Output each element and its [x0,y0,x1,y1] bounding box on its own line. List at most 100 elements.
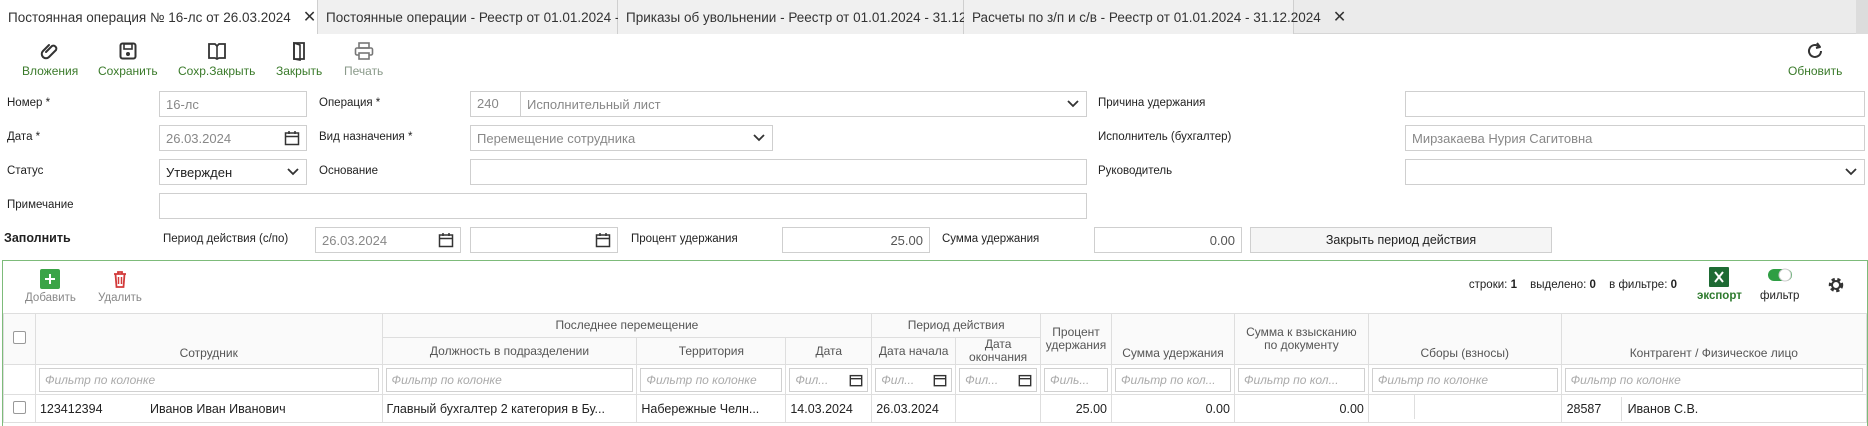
date-field[interactable]: 26.03.2024 [159,125,307,151]
assignment-select[interactable]: Перемещение сотрудника [470,125,773,151]
filter-cell: Фильтр по колонке [1367,364,1562,395]
reason-field[interactable] [1405,91,1865,117]
date-start-filter-input[interactable]: Фил... [875,367,953,392]
print-button[interactable]: Печать [344,40,383,78]
sum-doc-filter-input[interactable]: Фильтр по кол... [1237,367,1365,392]
tab-permanent-operations-registry[interactable]: Постоянные операции - Реестр от 01.01.20… [318,0,716,34]
tab-payroll-registry[interactable]: Расчеты по з/п и с/в - Реестр от 01.01.2… [964,0,1346,34]
refresh-button[interactable]: Обновить [1788,40,1842,78]
percent-header[interactable]: Процент удержания [1040,313,1112,365]
sum-field[interactable]: 0.00 [1094,227,1242,253]
position-filter-input[interactable]: Фильтр по колонке [385,367,634,392]
sum-doc-header[interactable]: Сумма к взысканию по документу [1233,313,1369,365]
employee-header[interactable]: Сотрудник [34,313,383,365]
percent-field[interactable]: 25.00 [782,227,930,253]
calendar-icon[interactable] [1018,373,1032,390]
sum-header[interactable]: Сумма удержания [1111,313,1235,365]
selected-label: выделено: [1530,279,1587,291]
sum-filter-input[interactable]: Фильтр по кол... [1115,367,1231,392]
calendar-icon[interactable] [284,130,300,149]
save-button[interactable]: Сохранить [98,40,158,78]
basis-field[interactable] [470,159,1087,185]
export-button[interactable]: экспорт [1697,267,1742,302]
filter-cell: Фил... [871,364,957,395]
attachments-button[interactable]: Вложения [22,40,78,78]
rows-label: строки: [1468,279,1508,291]
calendar-icon[interactable] [595,232,611,251]
filter-toggle[interactable]: фильтр [1760,267,1799,302]
percent-filter-input[interactable]: Филь... [1044,367,1108,392]
percent-label: Процент удержания [631,233,738,245]
filter-cell: Фильтр по кол... [1233,364,1369,395]
territory-header[interactable]: Территория [636,337,787,365]
last-move-header: Последнее перемещение [381,313,873,338]
date-start-header[interactable]: Дата начала [871,337,957,365]
fees-filter-input[interactable]: Фильтр по колонке [1371,367,1558,392]
period-from-field[interactable]: 26.03.2024 [315,227,461,253]
calendar-icon[interactable] [438,232,454,251]
fees-header[interactable]: Сборы (взносы) [1367,313,1562,365]
fill-label: Заполнить [4,231,71,245]
number-field[interactable]: 16-лс [159,91,307,117]
contractor-header[interactable]: Контрагент / Физическое лицо [1560,313,1868,365]
tab-number: 123412394 [39,401,103,416]
row-checkbox[interactable] [12,400,26,414]
filter-cell: Фильтр по колонке [1560,364,1868,395]
status-select[interactable]: Утвержден [159,159,307,185]
toolbar: Вложения Сохранить Сохр.Закрыть Закрыть … [0,36,1868,82]
calendar-icon[interactable] [849,373,863,390]
close-icon[interactable]: ✕ [1333,7,1346,27]
period-from-value: 26.03.2024 [322,232,388,248]
delete-button[interactable]: Удалить [98,269,142,304]
manager-label: Руководитель [1098,165,1173,177]
employee-filter-input[interactable]: Фильтр по колонке [38,367,379,392]
position-header[interactable]: Должность в подразделении [381,337,638,365]
close-icon[interactable]: ✕ [303,7,316,27]
date-start-cell: 26.03.2024 [871,394,957,423]
calendar-icon[interactable] [933,373,947,390]
date-header[interactable]: Дата [785,337,873,365]
territory-filter-input[interactable]: Фильтр по колонке [640,367,783,392]
select-all-checkbox[interactable] [12,331,26,344]
table-row[interactable]: 123412394 Иванов Иван Иванович Главный бу… [3,394,1868,423]
operation-select[interactable]: 240 Исполнительный лист [470,91,1087,117]
export-label: экспорт [1697,290,1742,302]
period-to-field[interactable] [470,227,618,253]
assignment-label: Вид назначения * [319,131,413,143]
save-label: Сохранить [98,64,158,78]
trash-icon [110,269,130,289]
select-all-header [3,313,36,365]
employee-name: Иванов Иван Иванович [149,401,286,416]
paperclip-icon [39,40,61,62]
status-label: Статус [7,165,44,177]
note-field[interactable] [159,193,1087,219]
tab-dismissal-orders-registry[interactable]: Приказы об увольнении - Реестр от 01.01.… [618,0,1026,34]
manager-select[interactable] [1405,159,1865,185]
tabbar-scroll[interactable] [1856,0,1868,34]
row-select-cell [3,394,36,423]
executor-value: Мирзакаева Нурия Сагитовна [1412,130,1593,146]
operation-label: Операция * [319,97,381,109]
filter-cell: Фильтр по колонке [636,364,787,395]
territory-cell: Набережные Челн... [636,394,787,423]
add-button[interactable]: Добавить [25,269,76,304]
employee-cell: 123412394 Иванов Иван Иванович [34,394,383,423]
date-cell: 14.03.2024 [785,394,873,423]
save-close-button[interactable]: Сохр.Закрыть [178,40,255,78]
contractor-filter-input[interactable]: Фильтр по колонке [1564,367,1863,392]
executor-field[interactable]: Мирзакаева Нурия Сагитовна [1405,125,1865,151]
tab-permanent-operation[interactable]: Постоянная операция № 16-лс от 26.03.202… [0,0,318,34]
date-filter-input[interactable]: Фил... [789,367,869,392]
executor-label: Исполнитель (бухгалтер) [1098,131,1232,143]
date-end-header[interactable]: Дата окончания [955,337,1042,365]
in-filter-label: в фильтре: [1609,279,1668,291]
gear-icon[interactable] [1826,275,1846,298]
close-period-button[interactable]: Закрыть период действия [1250,227,1552,253]
plus-icon [40,269,61,289]
date-end-filter-input[interactable]: Фил... [959,367,1038,392]
basis-label: Основание [319,165,378,177]
close-button[interactable]: Закрыть [276,40,322,78]
chevron-down-icon [1066,96,1080,113]
filter-cell [3,364,36,395]
book-icon [206,40,228,62]
